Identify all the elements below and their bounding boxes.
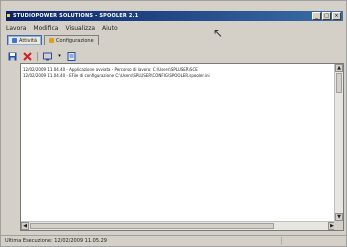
screen-icon bbox=[43, 52, 52, 60]
tab-attivita[interactable]: Attività bbox=[7, 35, 43, 45]
menu-item-aiuto[interactable]: Aiuto bbox=[102, 24, 118, 33]
window-controls: _ □ × bbox=[312, 12, 341, 20]
tab-label: Configurazione bbox=[56, 37, 94, 44]
tab-strip: Attività Configurazione bbox=[7, 35, 99, 45]
activity-icon bbox=[12, 38, 17, 43]
log-line[interactable]: 12/02/2009 11.04.40 - EFile di configura… bbox=[23, 73, 335, 79]
horizontal-scrollbar[interactable]: ◀ ▶ bbox=[21, 221, 336, 230]
delete-icon bbox=[23, 51, 32, 61]
scroll-left-icon[interactable]: ◀ bbox=[21, 222, 29, 230]
minimize-button[interactable]: _ bbox=[312, 12, 321, 20]
log-panel[interactable]: 12/02/2009 11.04.40 - Applicazione avvia… bbox=[20, 63, 344, 231]
menu-bar: Lavora Modifica Visualizza Aiuto bbox=[6, 24, 118, 33]
toolbar-separator bbox=[37, 51, 38, 61]
title-bar[interactable]: STUDIOPOWER SOLUTIONS - SPOOLER 2.1 _ □ … bbox=[6, 11, 343, 21]
window-title: STUDIOPOWER SOLUTIONS - SPOOLER 2.1 bbox=[13, 13, 139, 19]
maximize-button[interactable]: □ bbox=[322, 12, 331, 20]
scroll-up-icon[interactable]: ▲ bbox=[335, 64, 343, 72]
app-window: STUDIOPOWER SOLUTIONS - SPOOLER 2.1 _ □ … bbox=[0, 0, 347, 247]
app-icon bbox=[7, 14, 10, 17]
properties-button[interactable] bbox=[66, 51, 77, 62]
vertical-scrollbar[interactable]: ▲ ▼ bbox=[334, 64, 343, 221]
dropdown-button[interactable]: ▾ bbox=[57, 51, 62, 62]
menu-item-lavora[interactable]: Lavora bbox=[6, 24, 26, 33]
delete-button[interactable] bbox=[22, 51, 33, 62]
tab-configurazione[interactable]: Configurazione bbox=[44, 35, 99, 45]
screen-button[interactable] bbox=[42, 51, 53, 62]
save-button[interactable] bbox=[7, 51, 18, 62]
status-text: Ultima Esecuzione: 12/02/2009 11.05.29 bbox=[5, 238, 107, 244]
save-icon bbox=[8, 52, 17, 60]
log-list: 12/02/2009 11.04.40 - Applicazione avvia… bbox=[23, 67, 335, 79]
toolbar: ▾ bbox=[7, 50, 77, 62]
properties-icon bbox=[67, 51, 76, 61]
vertical-scroll-thumb[interactable] bbox=[336, 73, 342, 93]
mouse-cursor-icon: ↖ bbox=[213, 26, 224, 40]
scroll-corner bbox=[334, 221, 343, 230]
status-bar: Ultima Esecuzione: 12/02/2009 11.05.29 bbox=[1, 235, 346, 246]
settings-icon bbox=[49, 38, 55, 43]
menu-item-visualizza[interactable]: Visualizza bbox=[65, 24, 95, 33]
close-button[interactable]: × bbox=[332, 12, 341, 20]
status-pane bbox=[281, 237, 342, 245]
scroll-down-icon[interactable]: ▼ bbox=[335, 213, 343, 221]
horizontal-scroll-thumb[interactable] bbox=[30, 223, 274, 229]
tab-label: Attività bbox=[19, 37, 38, 44]
menu-item-modifica[interactable]: Modifica bbox=[33, 24, 58, 33]
